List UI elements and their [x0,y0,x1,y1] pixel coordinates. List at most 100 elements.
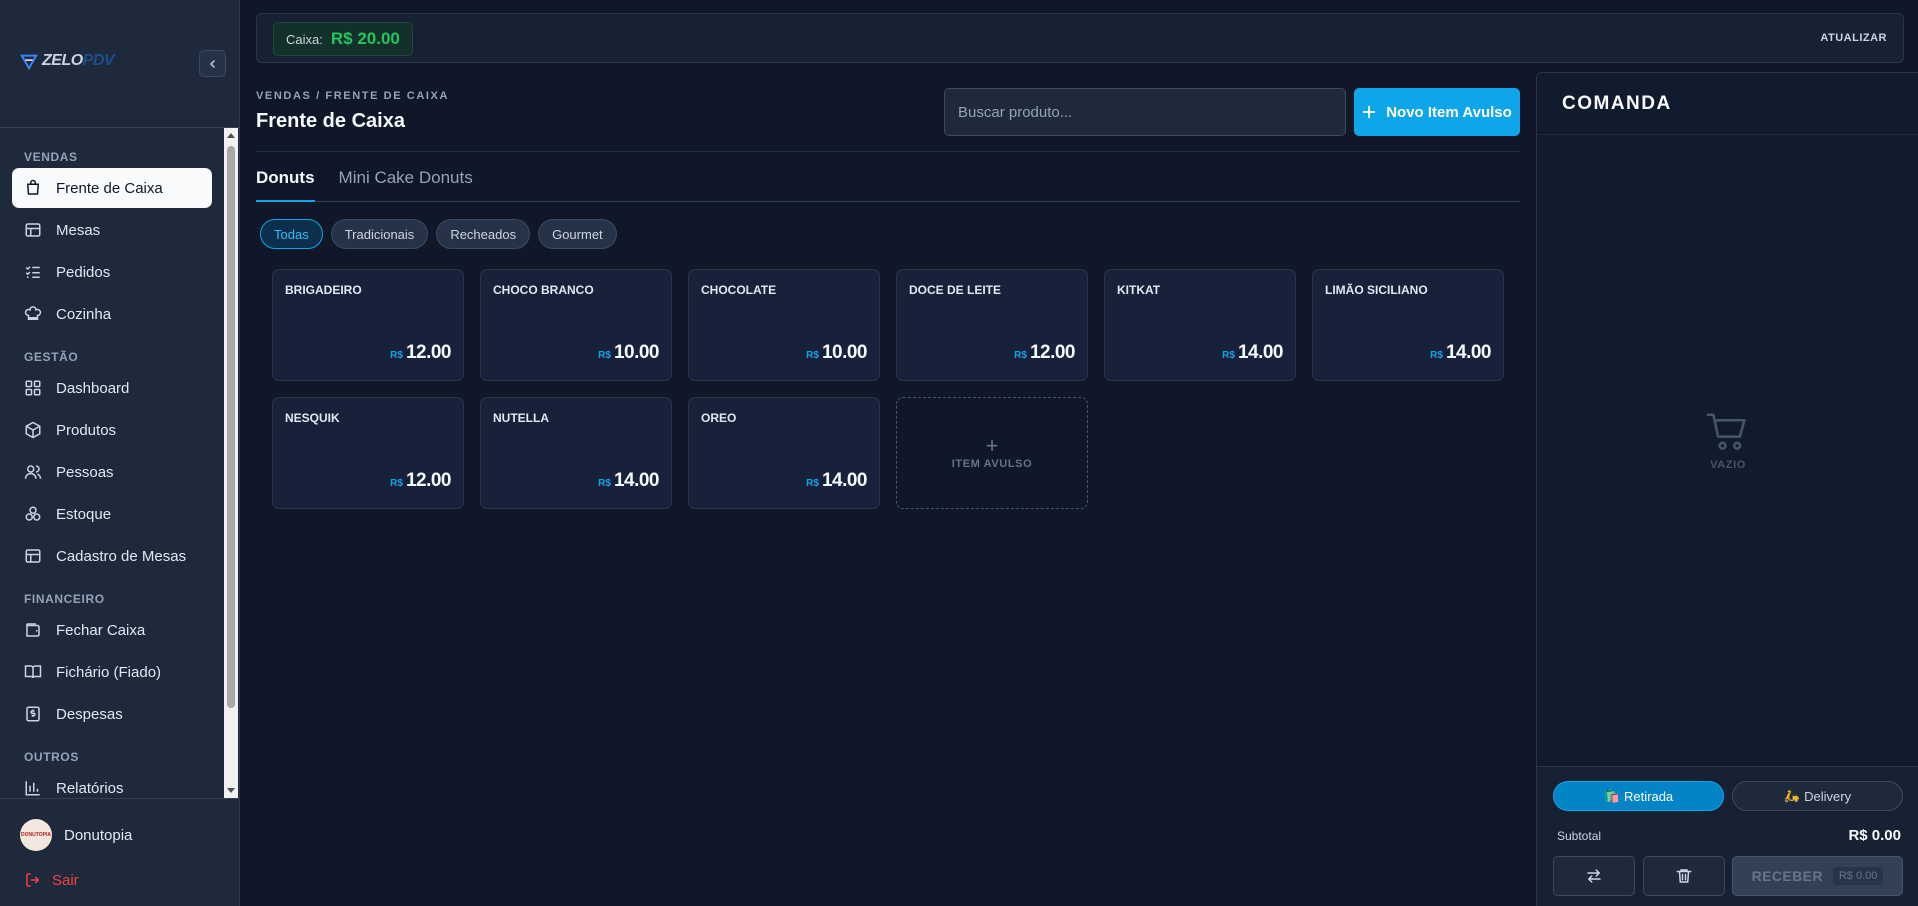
sidebar-item-estoque[interactable]: Estoque [12,494,212,534]
plus-icon [1363,106,1376,118]
sidebar-item-label: Produtos [56,421,117,439]
product-card[interactable]: CHOCO BRANCO R$ 10.00 [480,269,672,381]
add-avulso-item-card[interactable]: + ITEM AVULSO [896,397,1088,509]
filter-todas[interactable]: Todas [260,219,323,249]
subtotal-value: R$ 0.00 [1848,827,1901,844]
product-card[interactable]: CHOCOLATE R$ 10.00 [688,269,880,381]
table-icon [25,549,41,563]
logo-text-right: PDV [82,52,115,69]
sidebar-item-mesas[interactable]: Mesas [12,210,212,250]
currency-symbol: R$ [1222,350,1235,361]
new-item-button[interactable]: Novo Item Avulso [1354,88,1520,136]
chef-hat-icon [24,306,42,320]
cash-status-badge: Caixa: R$ 20.00 [273,22,413,56]
sidebar-scrollbar[interactable] [224,128,238,798]
table-icon [25,223,41,237]
product-card[interactable]: NESQUIK R$ 12.00 [272,397,464,509]
filter-chips: Todas Tradicionais Recheados Gourmet [260,219,617,249]
cash-value: R$ 20.00 [330,29,400,48]
scroll-up-arrow-icon[interactable] [227,133,235,138]
product-card[interactable]: KITKAT R$ 14.00 [1104,269,1296,381]
product-price: R$ 14.00 [1430,342,1491,364]
product-card[interactable]: LIMÃO SICILIANO R$ 14.00 [1312,269,1504,381]
sidebar-item-fechar-caixa[interactable]: Fechar Caixa [12,610,212,650]
collapse-sidebar-button[interactable] [199,50,226,77]
retirada-button[interactable]: 🛍️ Retirada [1553,781,1724,811]
comanda-panel: COMANDA VAZIO 🛍️ Retirada 🛵 Delivery Sub… [1536,72,1918,906]
empty-cart: VAZIO [1537,413,1918,471]
sidebar-item-frente-de-caixa[interactable]: Frente de Caixa [12,168,212,208]
filter-gourmet[interactable]: Gourmet [538,219,617,249]
sidebar-item-cadastro-de-mesas[interactable]: Cadastro de Mesas [12,536,212,576]
product-card[interactable]: NUTELLA R$ 14.00 [480,397,672,509]
empty-label: VAZIO [1710,459,1746,471]
sidebar-item-despesas[interactable]: Despesas [12,694,212,734]
product-price: R$ 14.00 [1222,342,1283,364]
avatar: DONUTOPIA [20,819,52,851]
shopping-bag-icon [26,179,40,195]
product-name: CHOCO BRANCO [493,283,594,297]
sidebar-item-pedidos[interactable]: Pedidos [12,252,212,292]
currency-symbol: R$ [598,350,611,361]
refresh-button[interactable]: ATUALIZAR [1820,32,1887,44]
product-name: NESQUIK [285,411,340,425]
receive-button[interactable]: RECEBER R$ 0.00 [1732,856,1903,896]
product-card[interactable]: BRIGADEIRO R$ 12.00 [272,269,464,381]
price-amount: 14.00 [821,470,868,491]
currency-symbol: R$ [390,350,403,361]
scooter-icon: 🛵 [1783,788,1801,803]
sidebar-item-produtos[interactable]: Produtos [12,410,212,450]
filter-tradicionais[interactable]: Tradicionais [330,219,429,249]
delivery-button[interactable]: 🛵 Delivery [1732,781,1903,811]
product-price: R$ 12.00 [390,342,451,364]
sidebar-item-label: Pedidos [56,263,111,281]
sidebar-item-label: Despesas [56,705,123,723]
price-amount: 14.00 [1445,342,1492,363]
sidebar-item-dashboard[interactable]: Dashboard [12,368,212,408]
product-grid: BRIGADEIRO R$ 12.00 CHOCO BRANCO R$ 10.00 … [272,269,1504,509]
clear-cart-button[interactable] [1643,856,1725,896]
product-price: R$ 10.00 [598,342,659,364]
tab-donuts[interactable]: Donuts [256,166,315,202]
list-checks-icon [25,266,40,278]
price-amount: 14.00 [1237,342,1284,363]
product-price: R$ 14.00 [806,470,867,492]
sidebar-item-label: Relatórios [56,779,124,797]
product-name: BRIGADEIRO [285,283,362,297]
plus-icon: + [985,433,999,458]
sidebar-item-fichario[interactable]: Fichário (Fiado) [12,652,212,692]
sidebar-footer: DONUTOPIA Donutopia Sair [0,798,240,906]
comanda-footer: 🛍️ Retirada 🛵 Delivery Subtotal R$ 0.00 … [1537,766,1918,906]
sidebar-item-relatorios[interactable]: Relatórios [12,768,212,798]
logo-text-left: ZELO [42,52,83,69]
receive-amount: R$ 0.00 [1832,867,1884,885]
product-name: NUTELLA [493,411,549,425]
sidebar-item-cozinha[interactable]: Cozinha [12,294,212,334]
sidebar-item-pessoas[interactable]: Pessoas [12,452,212,492]
sidebar: ZELOPDV VENDAS Frente de Caixa Mesas Ped… [0,0,240,906]
top-bar: Caixa: R$ 20.00 ATUALIZAR [256,13,1904,63]
filter-recheados[interactable]: Recheados [436,219,531,249]
price-amount: 14.00 [613,470,660,491]
sidebar-item-label: Dashboard [56,379,130,397]
retirada-label: Retirada [1624,788,1674,804]
currency-symbol: R$ [598,478,611,489]
transfer-button[interactable] [1553,856,1635,896]
scrollbar-thumb[interactable] [227,146,235,708]
logout-button[interactable]: Sair [24,871,79,889]
search-input[interactable] [944,88,1346,136]
comanda-title: COMANDA [1537,73,1918,135]
product-card[interactable]: OREO R$ 14.00 [688,397,880,509]
dashboard-icon [25,380,41,396]
sidebar-item-label: Mesas [56,221,101,239]
scroll-down-arrow-icon[interactable] [227,788,235,793]
sidebar-item-label: Frente de Caixa [56,179,163,197]
currency-symbol: R$ [806,350,819,361]
trash-icon [1676,869,1692,883]
price-amount: 12.00 [1029,342,1076,363]
user-profile[interactable]: DONUTOPIA Donutopia [20,819,132,851]
avulso-label: ITEM AVULSO [951,458,1033,470]
product-card[interactable]: DOCE DE LEITE R$ 12.00 [896,269,1088,381]
tab-mini-cake-donuts[interactable]: Mini Cake Donuts [339,166,473,202]
subtotal-row: Subtotal R$ 0.00 [1557,827,1901,844]
